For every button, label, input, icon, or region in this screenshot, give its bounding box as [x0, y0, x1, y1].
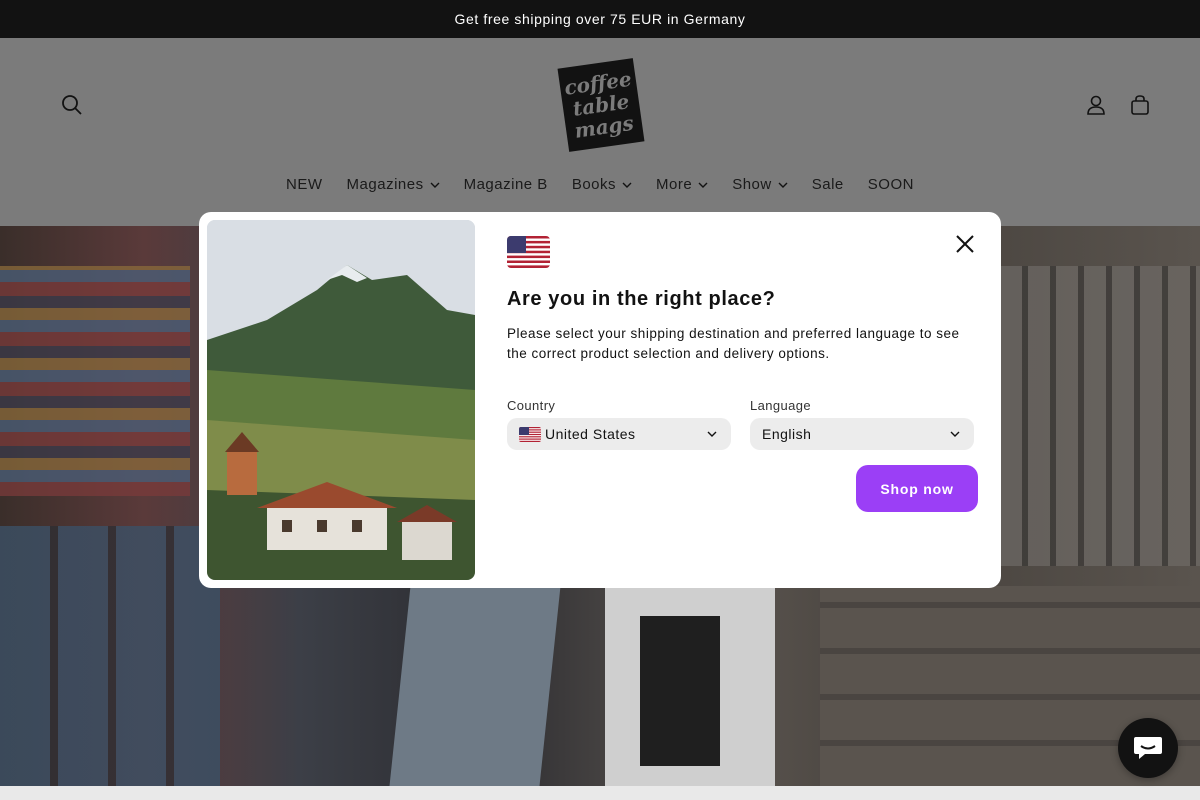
landscape-image [207, 220, 475, 580]
location-modal: Are you in the right place? Please selec… [199, 212, 1001, 588]
country-value: United States [545, 426, 636, 442]
country-select[interactable]: United States [507, 418, 731, 450]
modal-title: Are you in the right place? [507, 288, 776, 310]
chevron-down-icon [707, 431, 717, 437]
language-label: Language [750, 398, 812, 413]
shop-now-button[interactable]: Shop now [856, 465, 978, 512]
language-value: English [762, 426, 812, 442]
country-label: Country [507, 398, 556, 413]
us-flag-icon [507, 236, 550, 268]
chevron-down-icon [950, 431, 960, 437]
chat-bubble-icon[interactable] [1118, 718, 1178, 778]
close-icon[interactable] [951, 230, 979, 258]
modal-description: Please select your shipping destination … [507, 326, 960, 361]
us-flag-icon [519, 426, 541, 442]
language-select[interactable]: English [750, 418, 974, 450]
